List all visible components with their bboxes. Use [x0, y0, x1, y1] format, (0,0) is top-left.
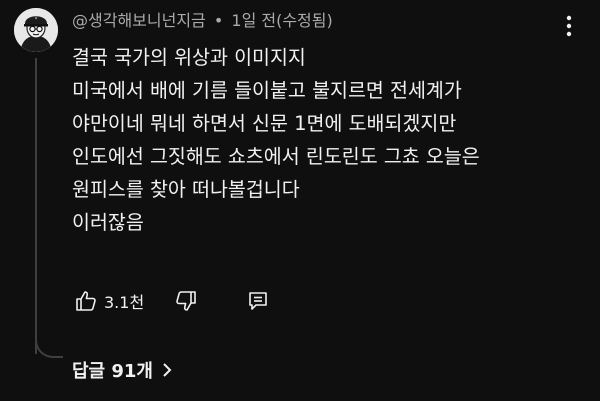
comment-icon: [249, 292, 267, 310]
like-button[interactable]: [70, 285, 102, 317]
dislike-button[interactable]: [170, 285, 202, 317]
thumbs-down-icon: [176, 291, 196, 311]
thread-line: [35, 58, 37, 354]
thumbs-up-icon: [76, 291, 96, 311]
comment-line: 야만이네 뭐네 하면서 신문 1면에 도배되겠지만: [72, 112, 457, 135]
comment-line: 결국 국가의 위상과 이미지지: [72, 46, 306, 69]
comment-line: 인도에선 그짓해도 쇼츠에서 린도린도 그쵸 오늘은: [72, 145, 480, 168]
thread-connector: [35, 330, 63, 358]
reply-button[interactable]: [242, 285, 274, 317]
view-replies-button[interactable]: 답글 91개: [72, 357, 173, 383]
author-name[interactable]: @생각해보니넌지금: [72, 11, 206, 30]
comment-line: 이러잖음: [72, 211, 144, 234]
chevron-right-icon: [161, 362, 173, 378]
comment-line: 미국에서 배에 기름 들이붙고 불지르면 전세계가: [72, 79, 462, 102]
like-count: 3.1천: [104, 293, 145, 312]
header-separator: •: [213, 11, 224, 30]
replies-label: 답글 91개: [72, 361, 153, 382]
comment-header: @생각해보니넌지금 • 1일 전(수정됨): [72, 9, 333, 33]
comment-actions: 3.1천: [70, 285, 274, 317]
comment-body: 결국 국가의 위상과 이미지지 미국에서 배에 기름 들이붙고 불지르면 전세계…: [72, 41, 480, 239]
more-vertical-icon[interactable]: [558, 12, 580, 40]
comment-line: 원피스를 찾아 떠나볼겁니다: [72, 178, 300, 201]
avatar[interactable]: ✦: [14, 8, 58, 52]
comment-timestamp[interactable]: 1일 전(수정됨): [231, 11, 332, 30]
